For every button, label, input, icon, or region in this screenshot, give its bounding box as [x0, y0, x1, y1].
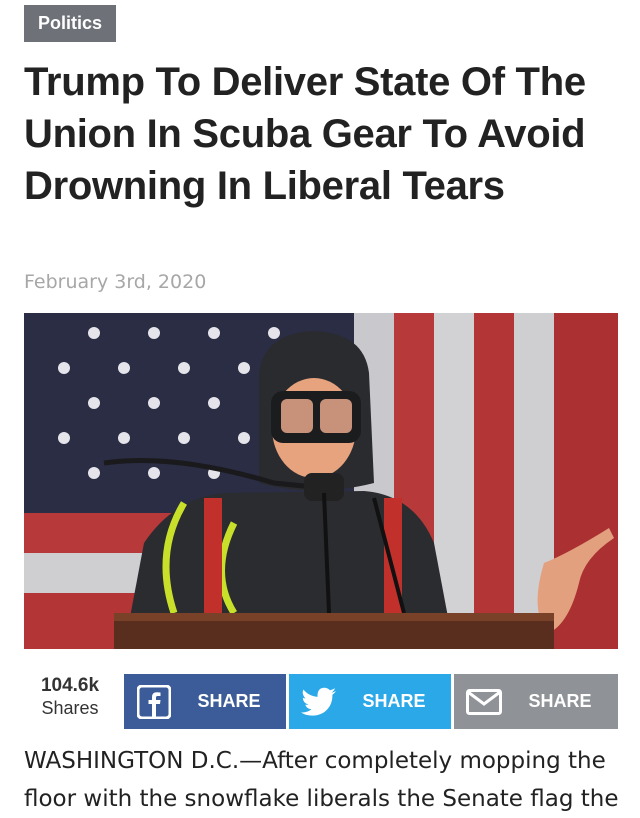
- email-share-label: SHARE: [528, 691, 592, 711]
- share-count-number: 104.6k: [40, 675, 100, 696]
- facebook-share-button[interactable]: SHARE: [124, 674, 286, 729]
- facebook-icon: [124, 684, 184, 719]
- article-body: WASHINGTON D.C.—After completely mopping…: [24, 748, 619, 812]
- share-count-label: Shares: [41, 698, 99, 718]
- hero-image: [24, 313, 618, 649]
- category-badge[interactable]: Politics: [24, 5, 117, 42]
- envelope-icon: [454, 688, 514, 715]
- twitter-bird-icon: [289, 687, 349, 717]
- share-count: 104.6k Shares: [24, 675, 116, 719]
- twitter-share-button[interactable]: SHARE: [289, 674, 451, 729]
- article-date: February 3rd, 2020: [24, 271, 207, 293]
- email-share-button[interactable]: SHARE: [454, 674, 618, 729]
- article-title: Trump To Deliver State Of The Union In S…: [24, 60, 586, 208]
- twitter-share-label: SHARE: [362, 691, 426, 711]
- facebook-share-label: SHARE: [197, 691, 261, 711]
